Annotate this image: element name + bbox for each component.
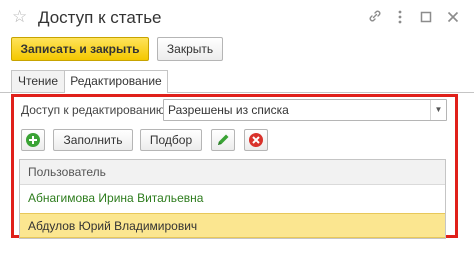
link-icon[interactable] <box>366 8 384 26</box>
close-button[interactable]: Закрыть <box>157 37 223 61</box>
title-bar: ☆ Доступ к статье <box>0 0 474 36</box>
users-table[interactable]: Пользователь Абнагимова Ирина Витальевна… <box>19 159 446 239</box>
add-button[interactable] <box>21 129 45 151</box>
table-row-selected[interactable]: Абдулов Юрий Владимирович <box>20 213 445 238</box>
edit-button[interactable] <box>211 129 235 151</box>
tab-editing[interactable]: Редактирование <box>64 70 168 93</box>
edit-access-select[interactable]: Разрешены из списка ▼ <box>163 99 447 121</box>
save-and-close-button[interactable]: Записать и закрыть <box>11 37 149 61</box>
close-icon[interactable] <box>444 8 462 26</box>
column-header-user: Пользователь <box>28 165 106 179</box>
edit-access-value: Разрешены из списка <box>168 103 289 117</box>
pick-button[interactable]: Подбор <box>140 129 202 151</box>
add-icon <box>26 133 40 147</box>
delete-button[interactable] <box>244 129 268 151</box>
delete-icon <box>249 133 263 147</box>
table-row[interactable]: Абнагимова Ирина Витальевна <box>20 186 445 211</box>
window-title: Доступ к статье <box>38 8 162 27</box>
chevron-down-icon[interactable]: ▼ <box>430 100 446 120</box>
user-cell: Абдулов Юрий Владимирович <box>28 219 198 233</box>
user-cell: Абнагимова Ирина Витальевна <box>28 191 204 205</box>
maximize-icon[interactable] <box>417 8 435 26</box>
table-header: Пользователь <box>20 160 445 185</box>
fill-button[interactable]: Заполнить <box>53 129 133 151</box>
edit-access-label: Доступ к редактированию: <box>21 103 169 117</box>
star-icon[interactable]: ☆ <box>12 7 27 27</box>
pencil-icon <box>218 134 229 145</box>
tab-reading[interactable]: Чтение <box>11 70 65 92</box>
more-icon[interactable] <box>391 8 409 26</box>
